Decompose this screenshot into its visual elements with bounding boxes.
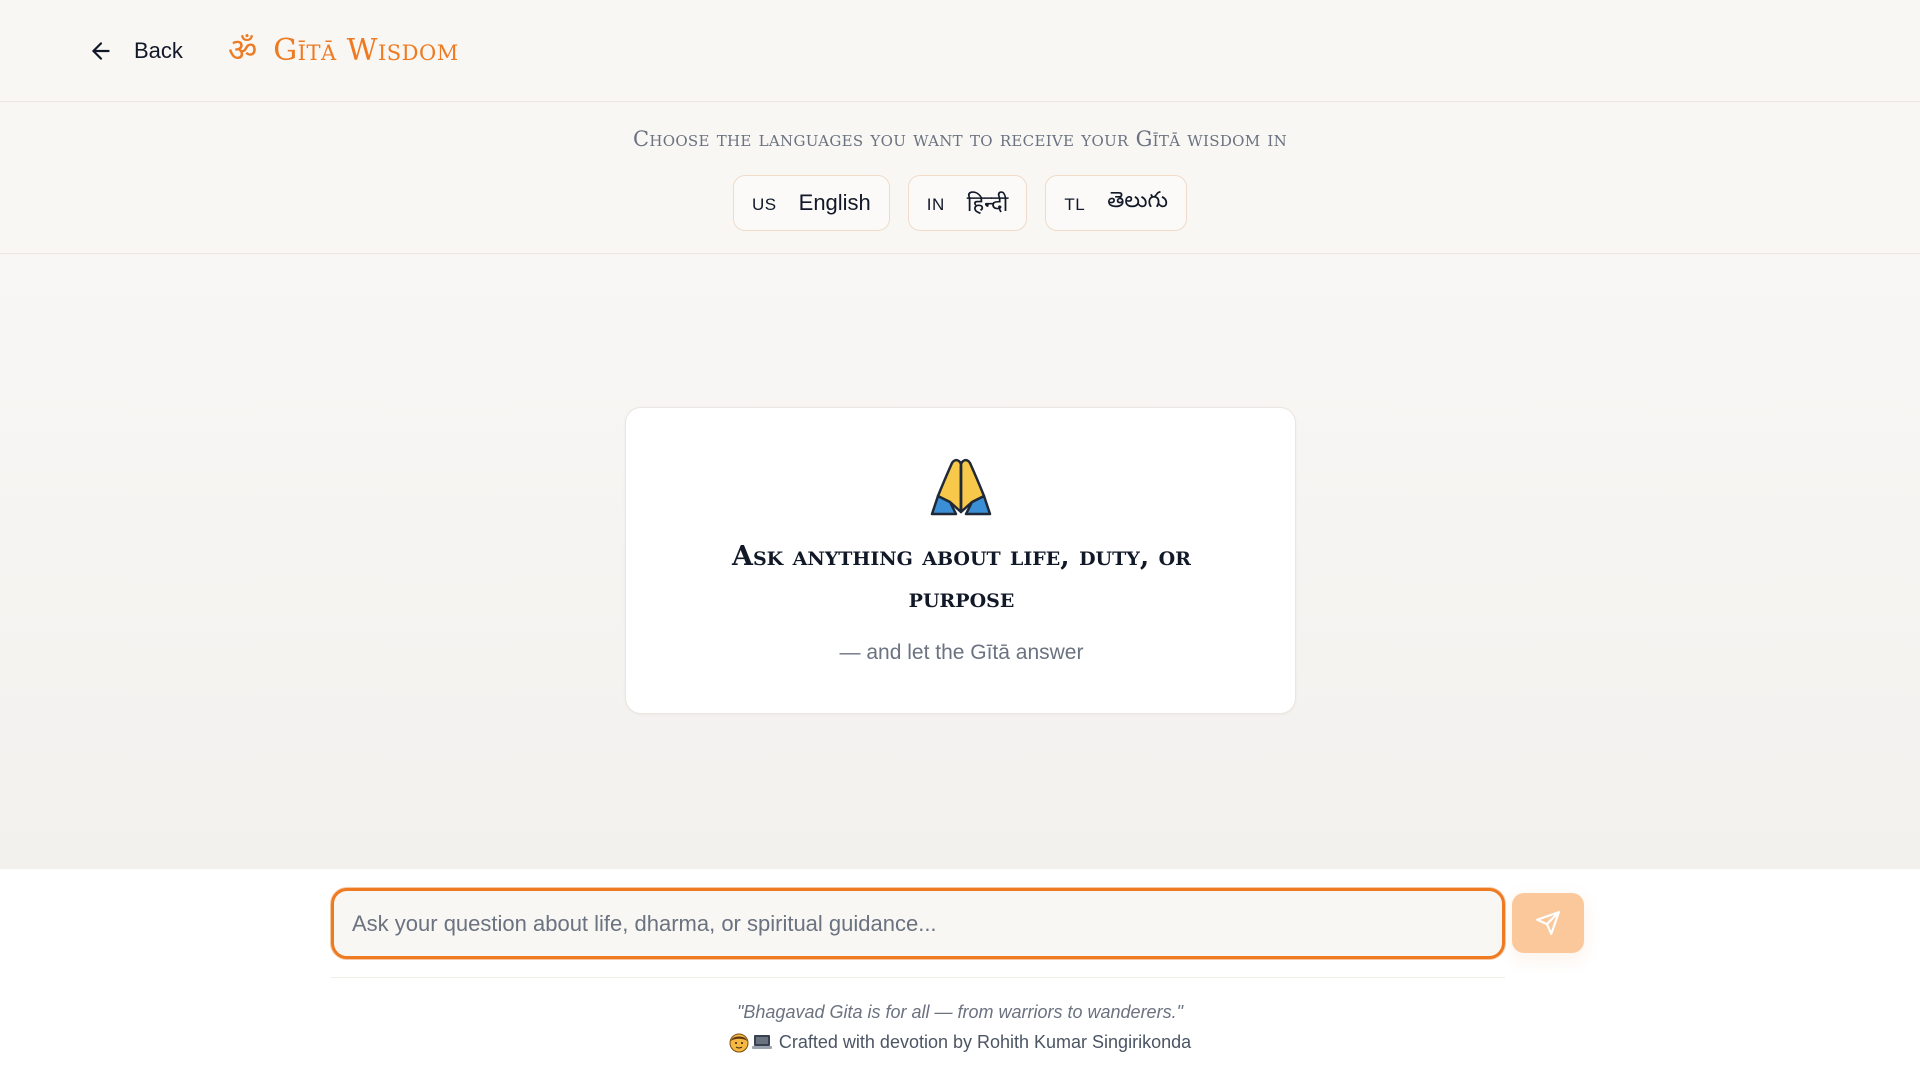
om-icon: ॐ (228, 31, 258, 69)
laptop-icon (751, 1034, 772, 1049)
back-button[interactable]: Back (88, 32, 183, 70)
footer-quote: "Bhagavad Gita is for all — from warrior… (737, 1002, 1183, 1022)
brand[interactable]: ॐ Gītā Wisdom (228, 24, 459, 76)
person-icon (729, 1033, 749, 1052)
language-name: English (798, 190, 871, 215)
chat-area: Ask anything about life, duty, or purpos… (0, 255, 1920, 869)
question-input[interactable] (352, 891, 1482, 956)
divider (331, 977, 1505, 978)
language-options: US English IN हिन्दी TL తెలుగు (0, 175, 1920, 231)
arrow-left-icon (92, 42, 110, 60)
language-code: IN (926, 195, 945, 214)
app-header: Back ॐ Gītā Wisdom (0, 0, 1920, 102)
folded-hands-icon (930, 458, 992, 516)
welcome-title: Ask anything about life, duty, or purpos… (732, 541, 1191, 614)
footer-credit: Crafted with devotion by Rohith Kumar Si… (0, 1032, 1920, 1053)
language-option-english[interactable]: US English (733, 175, 890, 231)
language-code: TL (1064, 195, 1086, 214)
language-heading: Choose the languages you want to receive… (632, 127, 1288, 151)
language-option-telugu[interactable]: TL తెలుగు (1045, 175, 1187, 231)
composer-area: "Bhagavad Gita is for all — from warrior… (0, 869, 1920, 1080)
welcome-card: Ask anything about life, duty, or purpos… (625, 407, 1296, 714)
language-option-hindi[interactable]: IN हिन्दी (907, 175, 1028, 231)
send-button[interactable] (1512, 893, 1584, 953)
language-selector: Choose the languages you want to receive… (0, 103, 1920, 254)
credit-icons (729, 1033, 773, 1053)
credit-text: Crafted with devotion by Rohith Kumar Si… (778, 1032, 1192, 1052)
brand-title: Gītā Wisdom (273, 32, 459, 68)
question-input-wrapper (331, 888, 1505, 959)
send-icon (1536, 911, 1560, 935)
language-name: हिन्दी (966, 192, 1009, 217)
welcome-subtitle: — and let the Gītā answer (839, 641, 1084, 664)
back-label: Back (134, 38, 183, 63)
language-name: తెలుగు (1107, 188, 1168, 213)
language-code: US (752, 195, 777, 214)
